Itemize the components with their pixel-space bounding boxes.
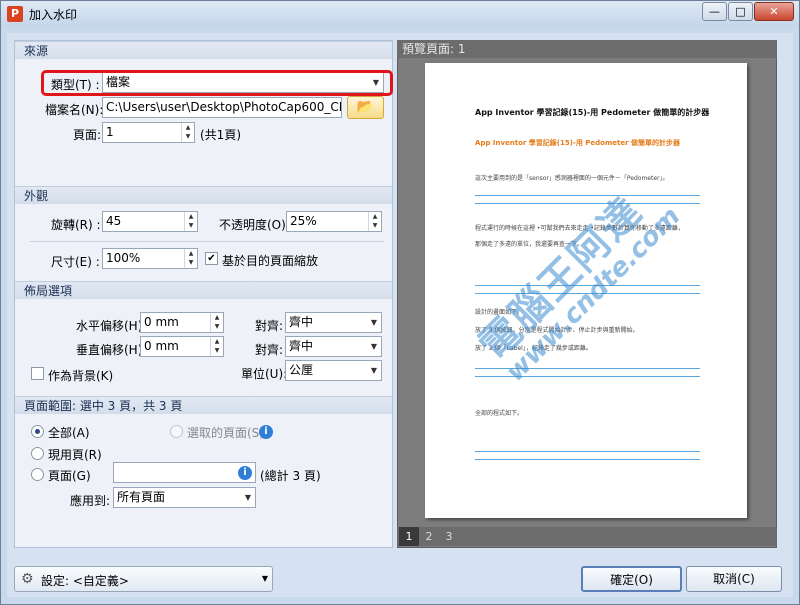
spinner-arrows-icon[interactable]: ▲ ▼ [368, 212, 381, 231]
spinner-arrows-icon[interactable]: ▲ ▼ [184, 212, 197, 231]
spinner-arrows-icon[interactable]: ▲ ▼ [210, 337, 223, 356]
hoffset-label: 水平偏移(H): [76, 319, 147, 333]
page-value: 1 [106, 125, 114, 139]
spinner-arrows-icon[interactable]: ▲ ▼ [184, 249, 197, 268]
opacity-spinner[interactable]: 25% ▲ ▼ [286, 211, 382, 232]
halign-label: 對齊: [255, 319, 284, 333]
hoffset-spinner[interactable]: 0 mm ▲ ▼ [140, 312, 224, 333]
opacity-value: 25% [290, 214, 317, 228]
source-section-header: 來源 [15, 41, 392, 59]
valign-label: 對齊: [255, 343, 284, 357]
background-label: 作為背景(K) [48, 369, 114, 383]
all-radio[interactable] [31, 425, 44, 438]
rotation-label: 旋轉(R) : [51, 218, 101, 232]
page-tabs: 1 2 3 [397, 527, 777, 546]
chevron-down-icon: ▼ [244, 493, 251, 502]
doc-rule [475, 376, 700, 377]
background-checkbox[interactable] [31, 367, 44, 380]
app-icon: P [7, 6, 23, 22]
unit-label: 單位(U): [241, 367, 288, 381]
opacity-label: 不透明度(O): [219, 218, 290, 232]
chevron-down-icon: ▼ [370, 342, 377, 351]
title-bar: P 加入水印 — □ ✕ [1, 1, 799, 27]
divider [30, 241, 384, 242]
preview-header: 預覽頁面: 1 [397, 40, 777, 58]
filename-input[interactable]: C:\Users\user\Desktop\PhotoCap600_CH_BIG… [102, 97, 342, 118]
valign-value: 齊中 [289, 339, 314, 353]
rotation-value: 45 [106, 214, 122, 228]
size-label: 尺寸(E) : [51, 255, 100, 269]
page-label: 頁面: [73, 128, 102, 142]
settings-select[interactable]: ⚙ 設定: <自定義> ▼ [14, 566, 273, 592]
doc-line: 全部的程式如下。 [475, 410, 524, 417]
valign-select[interactable]: 齊中 ▼ [285, 336, 382, 357]
range-section-header: 頁面範圍: 選中 3 頁，共 3 頁 [15, 396, 392, 414]
page-tab-3[interactable]: 3 [439, 527, 459, 546]
page-spinner[interactable]: 1 ▲ ▼ [102, 122, 195, 143]
apply-to-select[interactable]: 所有頁面 ▼ [113, 487, 256, 508]
maximize-button[interactable]: □ [728, 2, 753, 21]
info-icon[interactable]: i [259, 425, 273, 439]
chevron-down-icon: ▼ [370, 318, 377, 327]
folder-icon: 📂 [356, 99, 375, 115]
unit-value: 公厘 [289, 363, 314, 377]
pages-radio[interactable] [31, 468, 44, 481]
filename-label: 檔案名(N): [45, 103, 104, 117]
all-label: 全部(A) [48, 426, 90, 440]
unit-select[interactable]: 公厘 ▼ [285, 360, 382, 381]
pages-input[interactable] [113, 462, 256, 483]
close-button[interactable]: ✕ [754, 2, 794, 21]
cancel-button[interactable]: 取消(C) [686, 566, 782, 592]
gear-icon: ⚙ [21, 571, 34, 587]
voffset-value: 0 mm [144, 339, 179, 353]
pages-label: 頁面(G) [48, 469, 91, 483]
voffset-label: 垂直偏移(H): [76, 343, 147, 357]
size-value: 100% [106, 251, 141, 265]
scale-checkbox[interactable]: ✔ [205, 252, 218, 265]
selected-pages-label: 選取的頁面(S) [187, 426, 264, 440]
chevron-down-icon: ▼ [261, 574, 268, 583]
spinner-arrows-icon[interactable]: ▲ ▼ [210, 313, 223, 332]
appearance-section-header: 外觀 [15, 186, 392, 204]
page-tab-1[interactable]: 1 [399, 527, 419, 546]
apply-to-value: 所有頁面 [117, 490, 166, 504]
settings-label: 設定: <自定義> [41, 574, 129, 588]
doc-title: App Inventor 學習記錄(15)-用 Pedometer 做簡單的計步… [475, 108, 710, 117]
voffset-spinner[interactable]: 0 mm ▲ ▼ [140, 336, 224, 357]
highlight-box [41, 70, 393, 96]
halign-select[interactable]: 齊中 ▼ [285, 312, 382, 333]
size-spinner[interactable]: 100% ▲ ▼ [102, 248, 198, 269]
chevron-down-icon: ▼ [370, 366, 377, 375]
page-tab-2[interactable]: 2 [419, 527, 439, 546]
current-page-radio[interactable] [31, 447, 44, 460]
browse-button[interactable]: 📂 [347, 96, 384, 119]
rotation-spinner[interactable]: 45 ▲ ▼ [102, 211, 198, 232]
doc-rule [475, 451, 700, 452]
spinner-arrows-icon[interactable]: ▲ ▼ [181, 123, 194, 142]
current-page-label: 現用頁(R) [48, 448, 102, 462]
window-title: 加入水印 [29, 8, 78, 22]
layout-section-header: 佈局選項 [15, 281, 392, 299]
doc-rule [475, 459, 700, 460]
halign-value: 齊中 [289, 315, 314, 329]
watermark: 電腦王阿達 www.cndte.com [464, 125, 747, 408]
preview-page: App Inventor 學習記錄(15)-用 Pedometer 做簡單的計步… [425, 63, 747, 518]
ok-button[interactable]: 確定(O) [581, 566, 682, 592]
checkmark-icon: ✔ [207, 253, 216, 264]
minimize-button[interactable]: — [702, 2, 727, 21]
apply-to-label: 應用到: [70, 494, 111, 508]
scale-label: 基於目的頁面縮放 [222, 254, 319, 268]
pages-total: (總計 3 頁) [260, 469, 321, 483]
page-total: (共1頁) [200, 128, 241, 142]
info-icon[interactable]: i [238, 466, 252, 480]
selected-pages-radio[interactable] [170, 425, 183, 438]
hoffset-value: 0 mm [144, 315, 179, 329]
